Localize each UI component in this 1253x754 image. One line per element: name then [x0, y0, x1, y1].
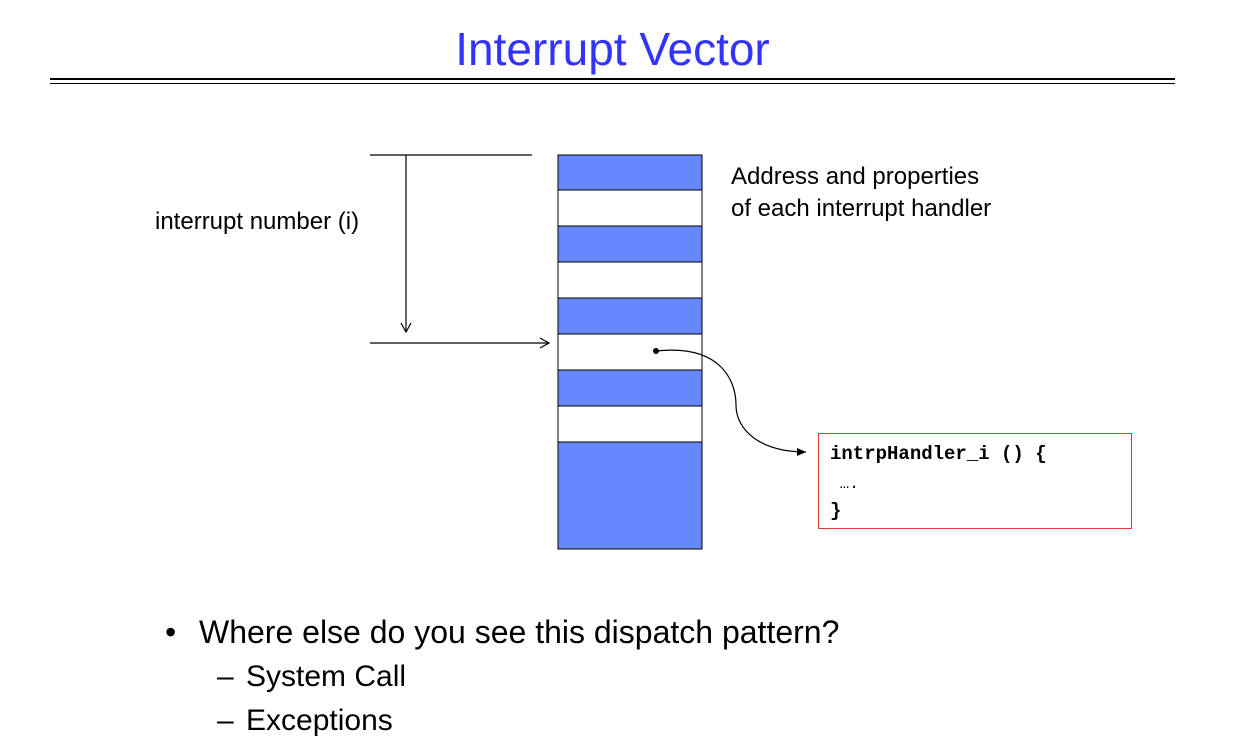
sub-bullet-text: System Call — [246, 660, 407, 693]
bullet-text: Where else do you see this dispatch patt… — [199, 614, 840, 650]
dash-icon: – — [217, 704, 234, 737]
vector-table-row — [557, 189, 703, 227]
code-line-signature: intrpHandler_i () { — [830, 443, 1047, 465]
sub-bullet-item: – System Call — [217, 657, 406, 697]
interrupt-number-label: interrupt number (i) — [155, 208, 360, 235]
table-description-line1: Address and properties — [731, 163, 980, 190]
vector-table — [557, 154, 703, 550]
vector-table-row — [557, 405, 703, 443]
vector-table-row — [557, 225, 703, 263]
vector-table-row — [557, 297, 703, 335]
vector-table-row — [557, 261, 703, 299]
sub-bullet-text: Exceptions — [246, 704, 393, 737]
code-line-body: …. — [830, 475, 859, 493]
vector-table-row — [557, 369, 703, 407]
sub-bullet-item: – Exceptions — [217, 701, 393, 741]
vector-table-row — [557, 154, 703, 191]
vector-table-row-selected — [557, 333, 703, 371]
bullet-item: • Where else do you see this dispatch pat… — [165, 610, 839, 654]
vector-table-remaining — [557, 441, 703, 550]
bullet-dot-icon: • — [165, 614, 177, 650]
code-line-close: } — [830, 500, 842, 522]
dash-icon: – — [217, 660, 234, 693]
handler-code-box: intrpHandler_i () { …. } — [818, 433, 1132, 529]
table-description-line2: of each interrupt handler — [731, 195, 992, 222]
